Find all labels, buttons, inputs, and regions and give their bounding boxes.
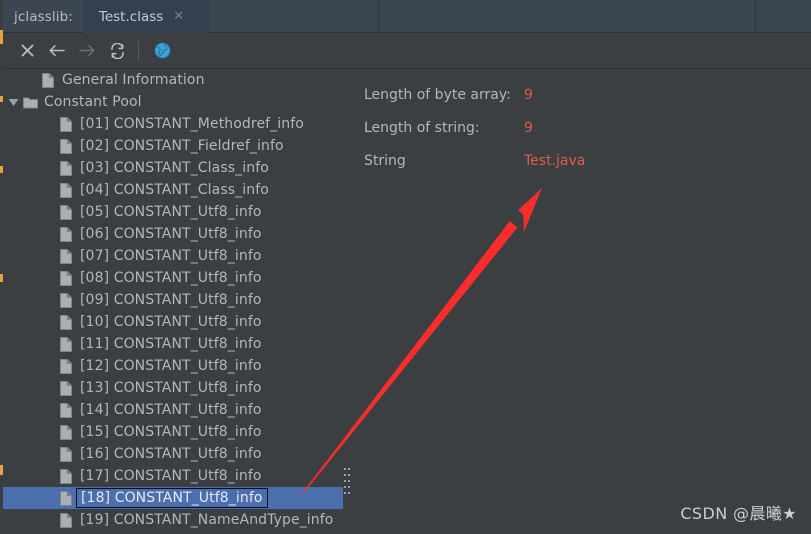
gutter-mark <box>0 166 3 173</box>
detail-value: 9 <box>524 87 533 103</box>
tree-row-label: [14] CONSTANT_Utf8_info <box>80 402 262 418</box>
tree-row[interactable]: [06] CONSTANT_Utf8_info <box>3 223 343 245</box>
tree-row-label: [06] CONSTANT_Utf8_info <box>80 226 262 242</box>
tree-row[interactable]: Constant Pool <box>3 91 343 113</box>
file-icon <box>57 182 75 198</box>
tree-row-label: [11] CONSTANT_Utf8_info <box>80 336 262 352</box>
tree-row-label: [09] CONSTANT_Utf8_info <box>80 292 262 308</box>
detail-value: Test.java <box>524 153 586 169</box>
file-icon <box>57 270 75 286</box>
tree-row[interactable]: [03] CONSTANT_Class_info <box>3 157 343 179</box>
jclasslib-window: jclasslib: Test.class ✕ General Informat… <box>0 0 811 534</box>
gutter-mark <box>0 96 3 102</box>
tree-row-label: [15] CONSTANT_Utf8_info <box>80 424 262 440</box>
detail-row: String Test.java <box>364 153 585 169</box>
folder-icon <box>21 96 39 109</box>
refresh-icon[interactable] <box>102 37 132 65</box>
tree-row[interactable]: [19] CONSTANT_NameAndType_info <box>3 509 343 531</box>
class-structure-tree[interactable]: General Information Constant Pool [01] CON… <box>3 69 343 534</box>
gutter-mark <box>0 30 3 44</box>
file-icon <box>57 292 75 308</box>
tree-row-label: [01] CONSTANT_Methodref_info <box>80 116 304 132</box>
globe-icon[interactable] <box>147 37 177 65</box>
tree-row-label: [19] CONSTANT_NameAndType_info <box>80 512 334 528</box>
tree-row-label: [08] CONSTANT_Utf8_info <box>80 270 262 286</box>
tree-row[interactable]: [11] CONSTANT_Utf8_info <box>3 333 343 355</box>
file-icon <box>57 116 75 132</box>
tree-row-label: [04] CONSTANT_Class_info <box>80 182 269 198</box>
file-icon <box>57 336 75 352</box>
watermark-label: CSDN @晨曦★ <box>680 504 797 523</box>
tree-row[interactable]: [17] CONSTANT_Utf8_info <box>3 465 343 487</box>
tree-row[interactable]: [14] CONSTANT_Utf8_info <box>3 399 343 421</box>
detail-value: 9 <box>524 120 533 136</box>
file-icon <box>57 512 75 528</box>
file-icon <box>57 468 75 484</box>
tree-row-label: [02] CONSTANT_Fieldref_info <box>80 138 284 154</box>
close-icon[interactable]: ✕ <box>173 10 184 23</box>
arrow-right-icon <box>72 37 102 65</box>
arrow-left-icon[interactable] <box>42 37 72 65</box>
tree-row[interactable]: [05] CONSTANT_Utf8_info <box>3 201 343 223</box>
tree-row-label: [17] CONSTANT_Utf8_info <box>80 468 262 484</box>
analysis-gutter-stripe[interactable] <box>0 0 3 534</box>
tree-row-label: [12] CONSTANT_Utf8_info <box>80 358 262 374</box>
tab-test-class[interactable]: Test.class ✕ <box>82 0 209 33</box>
tree-row[interactable]: General Information <box>3 69 343 91</box>
detail-label: Length of string: <box>364 120 480 136</box>
tree-row-label: General Information <box>62 72 205 88</box>
file-icon <box>57 314 75 330</box>
tree-row-label: [07] CONSTANT_Utf8_info <box>80 248 262 264</box>
tree-row[interactable]: [15] CONSTANT_Utf8_info <box>3 421 343 443</box>
toolbar <box>0 33 811 69</box>
file-icon <box>57 160 75 176</box>
gutter-mark <box>0 274 3 282</box>
tree-row[interactable]: [13] CONSTANT_Utf8_info <box>3 377 343 399</box>
file-icon <box>57 424 75 440</box>
tree-row[interactable]: [09] CONSTANT_Utf8_info <box>3 289 343 311</box>
gutter-mark <box>0 465 3 475</box>
tabbar-divider-1 <box>378 0 379 33</box>
tree-row[interactable]: [12] CONSTANT_Utf8_info <box>3 355 343 377</box>
tabbar-divider-2 <box>755 0 756 33</box>
tree-row-label: [13] CONSTANT_Utf8_info <box>80 380 262 396</box>
detail-row: Length of byte array: 9 <box>364 87 533 103</box>
tree-row[interactable]: [10] CONSTANT_Utf8_info <box>3 311 343 333</box>
tab-bar: jclasslib: Test.class ✕ <box>0 0 811 33</box>
file-icon <box>57 248 75 264</box>
constant-detail-panel: Length of byte array: 9 Length of string… <box>352 69 811 534</box>
tree-row-label: [16] CONSTANT_Utf8_info <box>80 446 262 462</box>
detail-row: Length of string: 9 <box>364 120 533 136</box>
file-icon <box>57 358 75 374</box>
tree-row-label: Constant Pool <box>44 94 142 110</box>
file-icon <box>57 380 75 396</box>
app-name-label: jclasslib: <box>14 8 73 25</box>
file-icon <box>57 204 75 220</box>
pane-splitter-grip[interactable] <box>344 468 351 498</box>
detail-label: Length of byte array: <box>364 87 511 103</box>
file-icon <box>57 226 75 242</box>
tree-row[interactable]: [02] CONSTANT_Fieldref_info <box>3 135 343 157</box>
tree-row-label: [03] CONSTANT_Class_info <box>80 160 269 176</box>
tree-row[interactable]: [01] CONSTANT_Methodref_info <box>3 113 343 135</box>
chevron-down-icon[interactable] <box>5 98 21 107</box>
close-icon[interactable] <box>12 37 42 65</box>
file-icon <box>57 446 75 462</box>
tree-row-label: [05] CONSTANT_Utf8_info <box>80 204 262 220</box>
tree-row[interactable]: [07] CONSTANT_Utf8_info <box>3 245 343 267</box>
tab-title: Test.class <box>98 8 164 25</box>
tree-row-label: [10] CONSTANT_Utf8_info <box>80 314 262 330</box>
tree-row-selected[interactable]: [18] CONSTANT_Utf8_info <box>3 487 343 509</box>
file-icon <box>57 490 75 506</box>
toolbar-divider <box>138 40 139 61</box>
file-icon <box>57 138 75 154</box>
tree-row[interactable]: [16] CONSTANT_Utf8_info <box>3 443 343 465</box>
file-icon <box>39 72 57 88</box>
detail-label: String <box>364 153 406 169</box>
tree-row[interactable]: [04] CONSTANT_Class_info <box>3 179 343 201</box>
tree-row[interactable]: [08] CONSTANT_Utf8_info <box>3 267 343 289</box>
file-icon <box>57 402 75 418</box>
tree-row-label: [18] CONSTANT_Utf8_info <box>76 488 268 508</box>
